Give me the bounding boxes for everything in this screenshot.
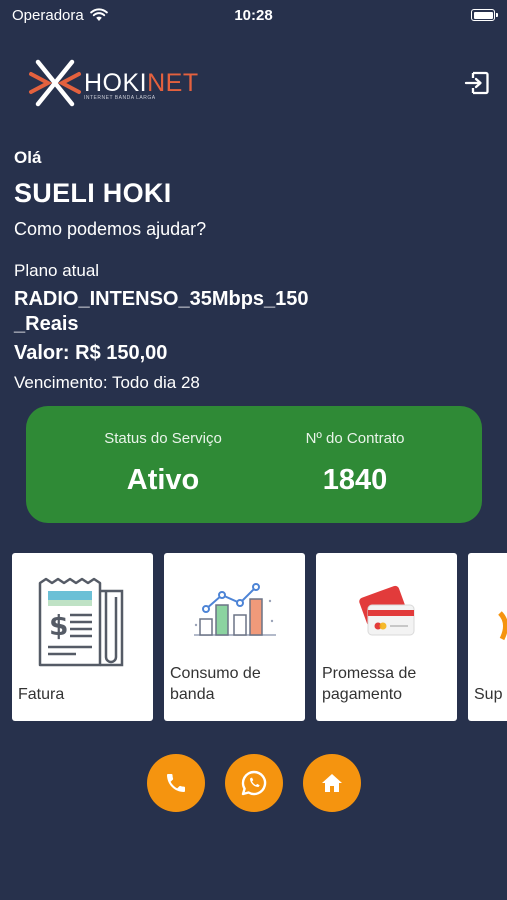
greeting: Olá	[14, 148, 42, 167]
whatsapp-button[interactable]	[225, 754, 283, 812]
contract-number-label: Nº do Contrato	[305, 430, 405, 447]
service-status-label: Status do Serviço	[104, 430, 222, 447]
tile-promessa-de-pagamento[interactable]: Promessa de pagamento	[316, 553, 457, 721]
tile-label: Promessa de pagamento	[322, 665, 417, 703]
bar-chart-icon	[194, 583, 276, 636]
contract-number: Nº do Contrato 1840	[255, 406, 455, 497]
wifi-icon	[89, 8, 108, 21]
tile-label: Fatura	[18, 686, 65, 703]
support-icon	[498, 611, 507, 641]
svg-text:$: $	[49, 609, 68, 642]
whatsapp-icon	[241, 770, 267, 796]
tile-label: Consumo de banda	[170, 665, 261, 703]
home-button[interactable]	[303, 754, 361, 812]
status-bar: Operadora 10:28	[0, 0, 507, 30]
help-prompt: Como podemos ajudar?	[14, 219, 207, 239]
tile-fatura[interactable]: $ Fatura	[12, 553, 153, 721]
contract-number-value: 1840	[322, 464, 388, 496]
credit-card-icon	[359, 585, 415, 636]
plan-label: Plano atual	[14, 261, 100, 280]
battery-icon	[471, 9, 498, 21]
logo-tagline: INTERNET BANDA LARGA	[84, 95, 156, 101]
plan-value: Valor: R$ 150,00	[14, 342, 168, 364]
tile-label: Sup	[474, 686, 503, 703]
plan-due-date: Vencimento: Todo dia 28	[14, 373, 200, 392]
carrier-label: Operadora	[12, 6, 84, 24]
logo-mark-icon	[29, 59, 81, 107]
hokinet-logo: HOKINET INTERNET BANDA LARGA	[28, 56, 199, 110]
logo-wordmark: HOKINET	[84, 68, 199, 97]
call-button[interactable]	[147, 754, 205, 812]
home-icon	[322, 774, 342, 792]
tile-consumo-de-banda[interactable]: Consumo de banda	[164, 553, 305, 721]
phone-icon	[167, 774, 185, 792]
tile-suporte[interactable]: Sup	[468, 553, 507, 721]
service-status-value: Ativo	[126, 464, 200, 496]
invoice-icon: $	[38, 577, 124, 667]
services-carousel[interactable]: $ Fatura Consumo de banda Promessa de pa…	[12, 553, 507, 721]
logout-icon[interactable]	[464, 70, 490, 96]
plan-name: RADIO_INTENSO_35Mbps_150_Reais	[14, 288, 309, 335]
user-name: SUELI HOKI	[14, 178, 172, 208]
service-status: Status do Serviço Ativo	[63, 406, 263, 497]
service-status-card: Status do Serviço Ativo Nº do Contrato 1…	[26, 406, 482, 523]
